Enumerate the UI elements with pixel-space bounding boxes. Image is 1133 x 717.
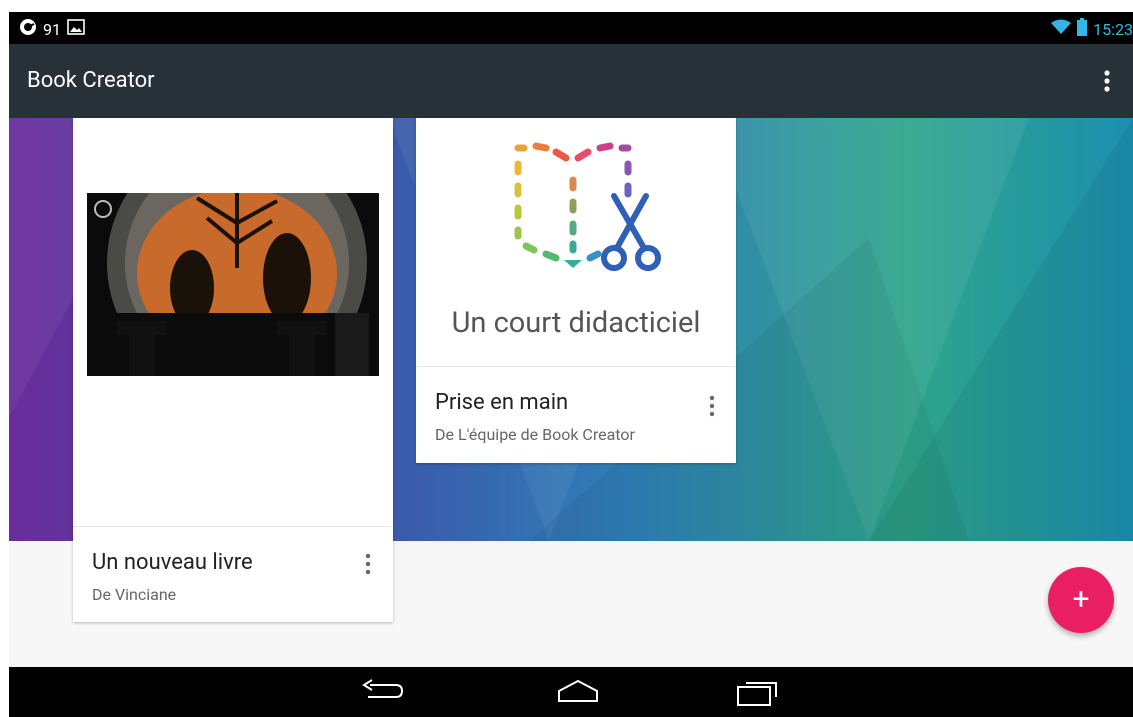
app-notification-icon [19,18,37,40]
status-time: 15:23 [1093,19,1133,39]
more-vert-icon[interactable] [1095,66,1119,96]
book-author: De L'équipe de Book Creator [435,425,635,444]
home-icon[interactable] [555,679,601,707]
wifi-icon [1051,19,1072,39]
image-notification-icon [67,19,85,39]
app-bar: Book Creator [9,44,1133,118]
card-divider [73,526,393,527]
book-cover-image [87,133,379,393]
notification-count: 91 [43,19,61,39]
book-creator-logo [506,138,666,288]
battery-icon [1077,18,1088,40]
book-title: Un nouveau livre [92,550,253,575]
app-title: Book Creator [27,68,155,93]
app-screen: 91 15:23 Book Creator Un nouveau livre D… [9,12,1133,717]
book-title: Prise en main [435,390,569,415]
add-icon: + [1072,582,1090,617]
book-author: De Vinciane [92,585,177,604]
back-icon[interactable] [360,679,404,707]
add-book-button[interactable]: + [1048,567,1114,633]
navigation-bar [9,667,1133,717]
status-bar: 91 15:23 [9,12,1133,44]
book-card[interactable]: Un nouveau livre De Vinciane [73,118,393,622]
more-vert-icon[interactable] [705,394,719,418]
card-divider [416,366,736,367]
more-vert-icon[interactable] [361,552,375,576]
cover-text: Un court didacticiel [451,306,701,340]
recents-icon[interactable] [736,679,780,711]
book-card[interactable]: Un court didacticiel Prise en main De L'… [416,118,736,463]
